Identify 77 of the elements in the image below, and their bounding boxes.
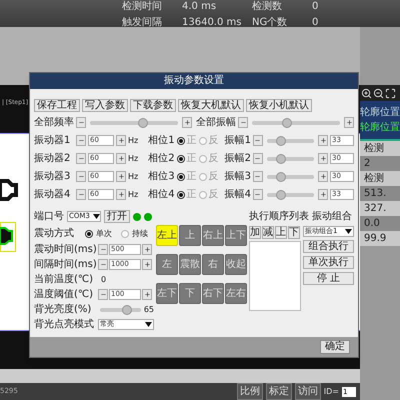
combo-action-button[interactable]: 停 止 [303, 272, 354, 285]
panel-subheading: 轮廓位置 [360, 120, 400, 135]
brightness-value: 65 [144, 304, 154, 316]
phase-option: 正 [186, 133, 197, 148]
phase-option: 反 [208, 133, 219, 148]
vibrator-label: 振动器2 [34, 152, 72, 166]
phase-label: 相位4 [148, 188, 175, 202]
stat-label: 检测数 [252, 0, 283, 14]
panel-row: 检测 [360, 141, 400, 156]
phase-option: 正 [186, 169, 197, 184]
unit-label: Hz [128, 134, 138, 146]
phase-option: 反 [208, 169, 219, 184]
panel-row: 99.9 [360, 231, 400, 246]
direction-button[interactable]: 左上 [156, 225, 178, 246]
mode-option: 持续 [132, 228, 148, 240]
field-label: 震动时间(ms) [34, 242, 97, 257]
field-label: 震动方式 [34, 226, 75, 241]
field-label: 当前温度(℃) [34, 272, 94, 287]
phase-label: 相位2 [148, 152, 175, 166]
ok-button[interactable]: 确定 [320, 340, 350, 354]
phase-option: 反 [208, 187, 219, 202]
field-label: 全部振幅 [196, 116, 236, 130]
mode-option: 单次 [96, 228, 112, 240]
unit-label: Hz [128, 188, 138, 200]
vibrator-label: 振动器1 [34, 134, 72, 148]
amplitude-label: 振幅2 [224, 152, 251, 166]
list-button[interactable]: 下 [288, 226, 300, 239]
field-label: 全部频率 [34, 116, 74, 130]
toolbar-button[interactable]: 标定 [266, 383, 292, 400]
stat-value: 0 [312, 0, 320, 14]
panel-row: 327. [360, 201, 400, 216]
combo-title: 振动组合 [312, 210, 352, 224]
toolbar-button[interactable]: 访问 [294, 383, 321, 400]
panel-row: 513. [360, 186, 400, 201]
combo-action-button[interactable]: 单次执行 [303, 256, 354, 269]
list-button[interactable]: 加 [249, 226, 261, 239]
stat-label: 触发间隔 [122, 16, 163, 30]
field-label: 间隔时间(ms) [34, 258, 97, 272]
phase-label: 相位3 [148, 170, 175, 184]
list-button[interactable]: 上 [275, 226, 287, 239]
phase-label: 相位1 [148, 134, 175, 148]
temperature-value: 0 [101, 274, 106, 286]
amplitude-label: 振幅1 [224, 134, 251, 148]
field-label: 温度阈值(℃) [34, 288, 94, 302]
combo-action-button[interactable]: 组合执行 [303, 240, 354, 253]
stat-label: 检测时间 [122, 0, 163, 14]
field-label: 端口号 [34, 210, 64, 224]
dialog-title: 振动参数设置 [30, 73, 358, 89]
panel-heading: 轮廓位置 [360, 106, 400, 120]
unit-label: Hz [128, 152, 138, 164]
toolbar-button[interactable]: 比例 [236, 383, 263, 400]
toolbar-button[interactable]: 恢复大机默认 [178, 99, 244, 112]
stat-value: 0 [312, 16, 320, 30]
phase-option: 反 [208, 151, 219, 166]
amplitude-label: 振幅4 [224, 188, 251, 202]
phase-option: 正 [186, 151, 197, 166]
field-label: 背光亮度(%) [34, 302, 92, 317]
unit-label: Hz [128, 170, 138, 182]
stat-value: 4.0 ms [182, 0, 218, 14]
stat-value: 13640.0 ms [182, 16, 242, 30]
vibrator-label: 振动器4 [34, 188, 72, 202]
toolbar-button[interactable]: 保存工程 [34, 99, 80, 112]
toolbar-button[interactable]: 下载参数 [130, 99, 176, 112]
list-title: 执行顺序列表 [249, 210, 309, 224]
panel-row: 检测 [360, 171, 400, 186]
vibrator-label: 振动器3 [34, 170, 72, 184]
amplitude-label: 振幅3 [224, 170, 251, 184]
toolbar-button[interactable]: 恢复小机默认 [246, 99, 312, 112]
list-button[interactable]: 减 [262, 226, 274, 239]
open-button[interactable]: 打开 [104, 210, 130, 223]
toolbar-button[interactable]: 写入参数 [82, 99, 128, 112]
phase-option: 正 [186, 187, 197, 202]
field-label: 背光点亮模式 [34, 318, 95, 332]
id-label: ID= [324, 386, 339, 398]
panel-row: 2 [360, 156, 400, 171]
panel-row: 0.0 [360, 216, 400, 231]
stat-label: NG个数 [252, 16, 288, 30]
